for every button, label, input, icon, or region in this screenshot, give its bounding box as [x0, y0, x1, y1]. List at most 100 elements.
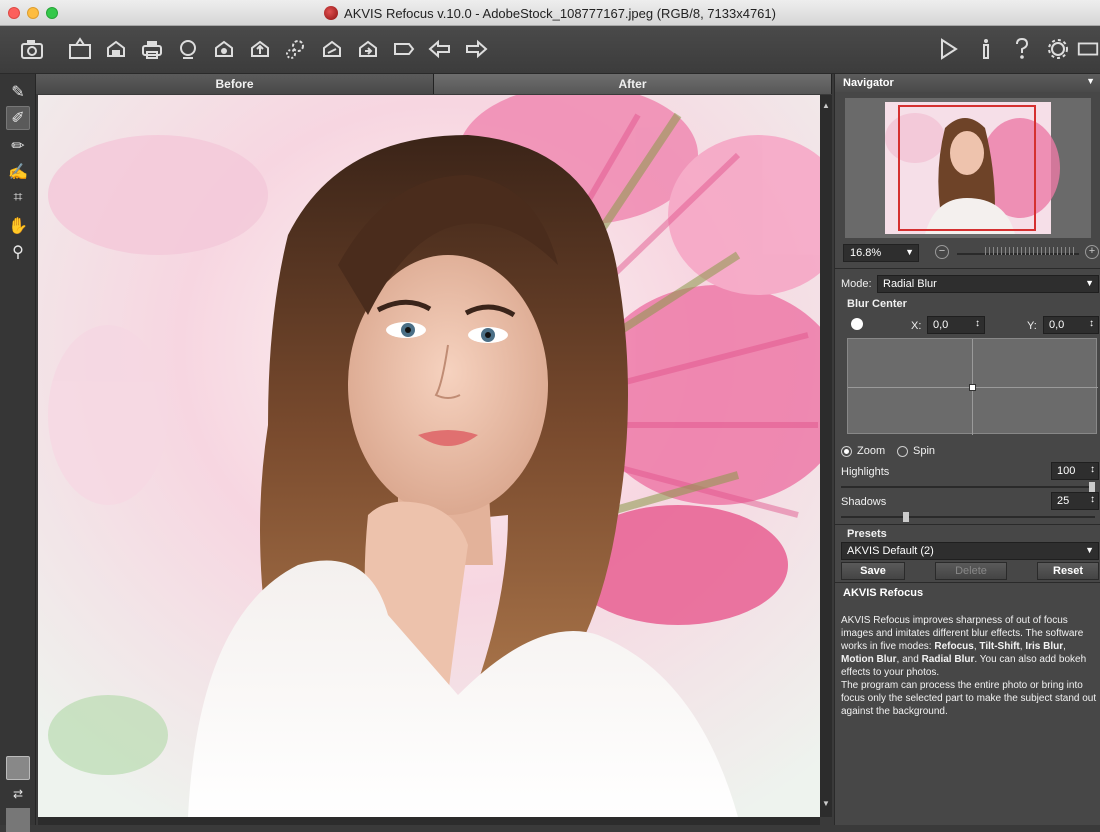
export-icon[interactable] [354, 35, 382, 63]
open-icon[interactable] [66, 35, 94, 63]
blur-brush-icon[interactable]: ✐ [6, 106, 30, 130]
save-preset-label: Save [860, 565, 886, 577]
scroll-down-icon[interactable]: ▼ [822, 799, 830, 811]
x-value: 0,0 [933, 319, 949, 331]
mode-value: Radial Blur [883, 278, 937, 290]
mode-select[interactable]: Radial Blur ▼ [877, 275, 1099, 293]
view-compare-icon[interactable] [6, 808, 30, 832]
info-text-2: The program can process the entire photo… [841, 680, 1097, 717]
blur-center-marker[interactable] [969, 384, 976, 391]
shadows-input[interactable]: 25 ↕ [1051, 492, 1099, 510]
undo-icon[interactable] [426, 35, 454, 63]
help-icon[interactable] [1008, 35, 1036, 63]
plugin-icon[interactable] [318, 35, 346, 63]
zoom-radio[interactable] [841, 446, 852, 457]
image-canvas[interactable] [38, 95, 820, 817]
window-icon[interactable] [1076, 35, 1100, 63]
mode-tilt-shift: Tilt-Shift [979, 641, 1020, 652]
app-logo-icon [324, 6, 339, 20]
shadows-value: 25 [1057, 495, 1070, 507]
x-stepper-icon: ↕ [975, 318, 980, 329]
zoom-icon[interactable]: ⚲ [6, 240, 30, 264]
preferences-icon[interactable] [1044, 35, 1072, 63]
blur-center-title: Blur Center [847, 298, 907, 310]
mode-label: Mode: [841, 278, 872, 290]
highlights-input[interactable]: 100 ↕ [1051, 462, 1099, 480]
shadows-slider[interactable] [841, 516, 1095, 518]
blur-center-target-icon[interactable] [851, 318, 863, 330]
shadows-label: Shadows [841, 496, 887, 508]
info-icon[interactable] [972, 35, 1000, 63]
shadows-slider-handle[interactable] [903, 512, 909, 522]
hand-icon[interactable]: ✋ [6, 214, 30, 238]
view-single-icon[interactable] [6, 756, 30, 780]
highlights-label: Highlights [841, 466, 890, 478]
tab-before[interactable]: Before [36, 74, 434, 94]
mode-dropdown-icon: ▼ [1085, 278, 1094, 288]
reset-preset-button[interactable]: Reset [1037, 562, 1099, 580]
scroll-up-icon[interactable]: ▲ [822, 101, 830, 113]
highlights-stepper-icon: ↕ [1090, 464, 1095, 475]
y-value: 0,0 [1049, 319, 1065, 331]
y-stepper-icon: ↕ [1089, 318, 1094, 329]
save-preset-button[interactable]: Save [841, 562, 905, 580]
presets-title: Presets [847, 528, 887, 540]
navigator-menu-icon[interactable]: ▼ [1086, 76, 1095, 86]
run-icon[interactable] [934, 35, 962, 63]
redo-icon[interactable] [462, 35, 490, 63]
preset-value: AKVIS Default (2) [847, 545, 934, 557]
highlights-slider-handle[interactable] [1089, 482, 1095, 492]
preset-select[interactable]: AKVIS Default (2) ▼ [841, 542, 1099, 560]
upload-icon[interactable] [246, 35, 274, 63]
camera-icon[interactable] [18, 35, 46, 63]
share-icon[interactable] [174, 35, 202, 63]
navigator-title: Navigator [843, 77, 894, 89]
save-icon[interactable] [102, 35, 130, 63]
highlights-value: 100 [1057, 465, 1076, 477]
window-title-area: AKVIS Refocus v.10.0 - AdobeStock_108777… [0, 0, 1100, 26]
photo-image [38, 95, 820, 817]
zoom-out-icon[interactable]: − [935, 245, 949, 259]
delete-preset-button[interactable]: Delete [935, 562, 1007, 580]
zoom-level-select[interactable]: 16.8% ▼ [843, 244, 919, 262]
divider [835, 268, 1100, 269]
zoom-option-label: Zoom [857, 445, 886, 457]
focus-brush-icon[interactable]: ✎ [6, 80, 30, 104]
crop-icon[interactable]: ⌗ [6, 186, 30, 210]
spin-option-label: Spin [913, 445, 936, 457]
shadows-stepper-icon: ↕ [1090, 494, 1095, 505]
settings-panel: Navigator ▼ 16.8% ▼ − + Mode: Radial Blu… [834, 74, 1100, 825]
spin-radio[interactable] [897, 446, 908, 457]
view-tabs: Before After [36, 74, 832, 94]
horizontal-scrollbar[interactable] [38, 817, 820, 825]
vertical-scrollbar[interactable]: ▲ ▼ [820, 95, 832, 817]
tab-after[interactable]: After [434, 74, 832, 94]
divider [835, 524, 1100, 525]
y-label: Y: [1027, 320, 1037, 332]
settings-gear-icon[interactable] [282, 35, 310, 63]
zoom-value: 16.8% [850, 247, 882, 259]
batch-icon[interactable] [210, 35, 238, 63]
navigator-header: Navigator ▼ [835, 74, 1100, 92]
info-sep-3: , [1063, 641, 1066, 652]
print-icon[interactable] [138, 35, 166, 63]
mode-radial-blur: Radial Blur [921, 654, 975, 665]
blur-center-grid[interactable] [847, 338, 1098, 435]
navigator-preview[interactable] [845, 98, 1091, 238]
zoom-dropdown-icon: ▼ [905, 247, 914, 257]
y-input[interactable]: 0,0 ↕ [1043, 316, 1099, 334]
zoom-in-icon[interactable]: + [1085, 245, 1099, 259]
info-sep-4: , and [896, 654, 922, 665]
x-label: X: [911, 320, 922, 332]
preset-dropdown-icon: ▼ [1085, 545, 1094, 555]
view-split-icon[interactable]: ⇄ [6, 782, 30, 806]
mode-refocus: Refocus [934, 641, 974, 652]
history-brush-icon[interactable]: ✍ [6, 160, 30, 184]
x-input[interactable]: 0,0 ↕ [927, 316, 985, 334]
info-title: AKVIS Refocus [843, 587, 924, 599]
window-title: AKVIS Refocus v.10.0 - AdobeStock_108777… [344, 5, 776, 21]
bookmark-icon[interactable] [390, 35, 418, 63]
delete-preset-label: Delete [955, 565, 987, 577]
highlights-slider[interactable] [841, 486, 1095, 488]
eraser-icon[interactable]: ✏ [6, 134, 30, 158]
